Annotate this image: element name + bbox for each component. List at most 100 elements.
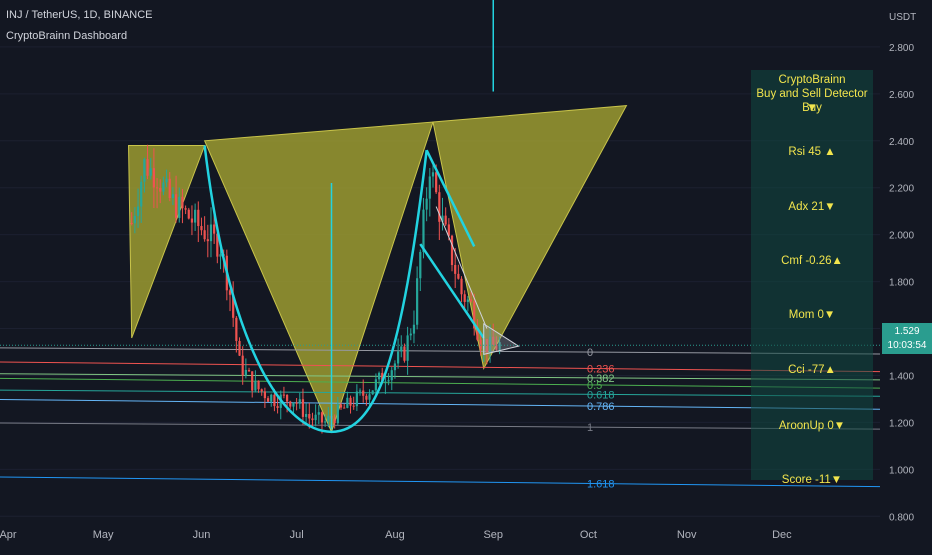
fib-line [0, 476, 881, 488]
candle-body [317, 412, 320, 415]
candle-body [336, 404, 339, 424]
candle-body [457, 273, 460, 279]
dashboard-title: CryptoBrainn [778, 74, 846, 86]
candle-body [460, 278, 463, 295]
candle-body [298, 399, 301, 404]
candle-body [305, 414, 308, 417]
candle-body [301, 399, 305, 417]
candle-body [343, 407, 346, 409]
fib-line [0, 422, 881, 430]
candle-body [425, 198, 428, 210]
candle-body [168, 178, 171, 199]
candle-body [136, 206, 140, 216]
candle-body [314, 414, 317, 421]
x-tick-label: Nov [677, 529, 697, 541]
fib-label: 0 [587, 347, 593, 359]
indicator-title: CryptoBrainn Dashboard [6, 30, 128, 42]
candle-body [387, 380, 390, 382]
dashboard-signal-arrow: ▼ [806, 102, 818, 114]
dashboard-row-rsi: Rsi 45 ▲ [788, 146, 836, 158]
candle-body [454, 265, 457, 274]
x-axis-background [0, 522, 932, 550]
y-tick-label: 1.400 [889, 371, 914, 382]
y-tick-label: 2.000 [889, 231, 914, 242]
candle-body [311, 418, 314, 421]
candle-body [266, 398, 270, 402]
candle-body [244, 369, 247, 376]
candle-body [149, 168, 152, 176]
candle-body [479, 339, 482, 350]
dashboard-row-score: Score -11▼ [781, 474, 843, 486]
fib-line [0, 361, 881, 373]
candle-body [190, 218, 194, 223]
fib-label: 1.618 [587, 478, 615, 490]
candle-body [371, 390, 374, 395]
x-tick-label: Apr [0, 529, 17, 541]
y-tick-label: 0.800 [889, 512, 914, 523]
bar-countdown: 10:03:54 [887, 340, 927, 351]
dashboard-panel: CryptoBrainn Buy and Sell Detector Buy ▼… [751, 70, 873, 486]
pattern-triangle [203, 121, 434, 434]
candle-body [324, 421, 327, 423]
candle-body [159, 188, 162, 192]
candle-body [251, 371, 254, 391]
x-tick-label: Jul [290, 529, 304, 541]
candle-body [365, 395, 368, 400]
candle-body [339, 404, 343, 408]
y-axis-unit: USDT [889, 12, 916, 23]
candle-body [260, 389, 263, 392]
candle-body [292, 402, 295, 407]
x-tick-label: Dec [772, 529, 792, 541]
candle-body [143, 159, 146, 182]
candle-body [162, 182, 165, 192]
candle-body [346, 397, 349, 408]
candle-body [209, 224, 213, 242]
candle-body [412, 324, 416, 334]
dashboard-row-cci: Cci -77▲ [788, 364, 836, 376]
candle-body [165, 178, 168, 183]
candle-body [403, 346, 406, 361]
candle-body [194, 209, 197, 223]
dashboard-row-mom: Mom 0▼ [788, 309, 836, 321]
y-axis: USDT0.8001.0001.2001.4001.6001.8002.0002… [880, 0, 932, 550]
candle-body [152, 168, 156, 188]
candle-body [200, 226, 203, 231]
fib-line [0, 347, 881, 355]
candle-body [146, 159, 149, 176]
candle-body [187, 209, 190, 219]
candle-body [263, 391, 267, 399]
candle-body [184, 208, 187, 210]
candle-body [247, 369, 251, 372]
candle-body [438, 192, 441, 222]
candle-body [133, 215, 136, 224]
candle-body [140, 181, 143, 207]
candle-body [295, 402, 298, 404]
fib-label: 1 [587, 422, 593, 434]
candle-body [219, 254, 222, 257]
candle-body [390, 370, 393, 381]
dashboard-row-aroon: AroonUp 0▼ [778, 420, 846, 432]
candle-body [241, 355, 244, 376]
candle-body [469, 299, 473, 302]
candle-body [327, 415, 330, 422]
candle-body [419, 251, 422, 279]
candle-body [320, 412, 324, 423]
candle-body [206, 239, 209, 242]
candle-body [352, 405, 355, 407]
y-tick-label: 1.200 [889, 418, 914, 429]
candle-body [435, 172, 438, 193]
candle-body [409, 333, 412, 336]
x-axis: Apr May Jun Jul Aug Sep Oct Nov Dec [0, 522, 932, 550]
y-tick-label: 1.000 [889, 465, 914, 476]
x-tick-label: Aug [385, 529, 405, 541]
dashboard-row-cmf: Cmf -0.26▲ [781, 255, 843, 267]
chart-stage[interactable]: 0 0.236 0.382 0.5 0.618 0.786 1 1.618 USDT 0.800… [0, 0, 932, 550]
candle-body [384, 381, 387, 383]
candle-body [203, 230, 206, 240]
x-tick-label: Oct [580, 529, 597, 541]
fib-line [0, 377, 881, 389]
candle-body [181, 196, 184, 209]
candle-body [396, 351, 400, 364]
candle-body [406, 335, 409, 361]
candle-body [276, 406, 279, 408]
